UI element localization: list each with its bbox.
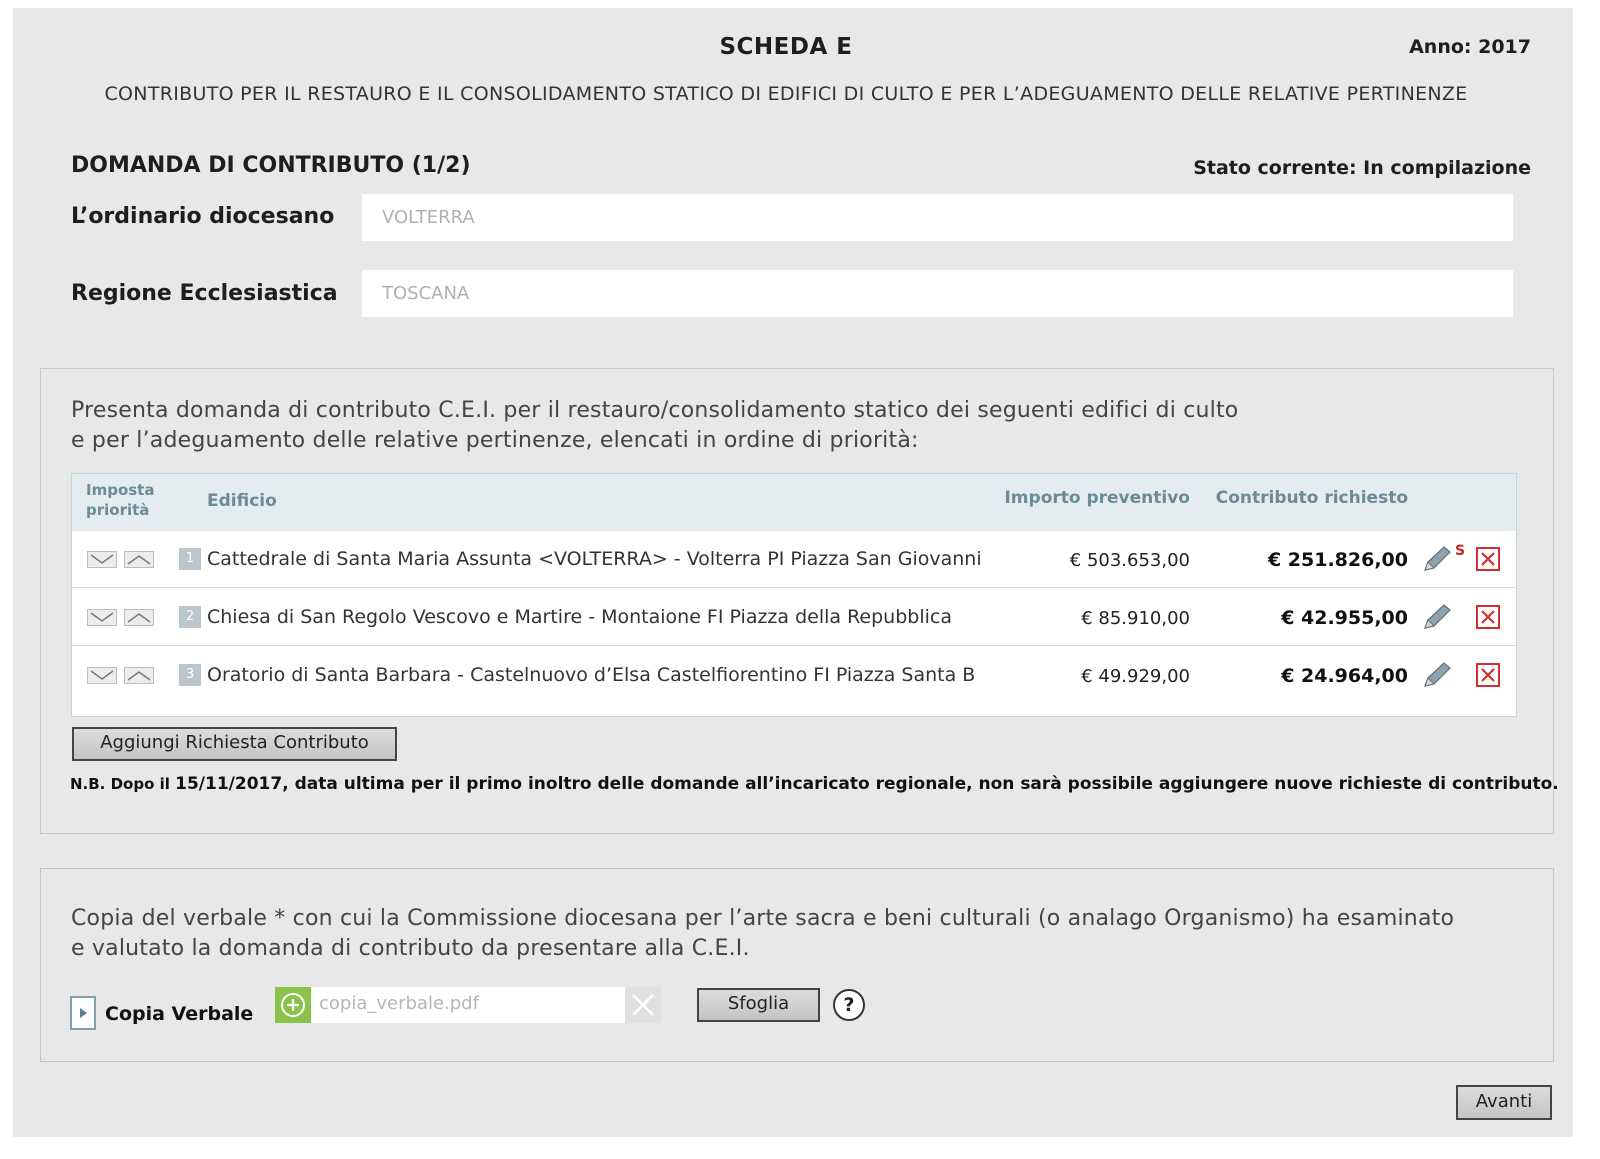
col-priority-header-line-2: priorità: [86, 501, 150, 519]
verbale-intro-line-2: e valutato la domanda di contributo da p…: [71, 936, 750, 961]
chevron-down-icon: [90, 670, 114, 680]
next-button[interactable]: Avanti: [1456, 1085, 1552, 1120]
help-icon[interactable]: ?: [833, 989, 865, 1021]
chevron-up-icon: [127, 555, 151, 565]
chevron-down-icon: [90, 612, 114, 622]
table-row: 2 Chiesa di San Regolo Vescovo e Martire…: [72, 589, 1516, 646]
importo-value: € 85.910,00: [1081, 608, 1190, 629]
file-name-input[interactable]: copia_verbale.pdf: [319, 987, 619, 1023]
expand-button[interactable]: [70, 996, 96, 1030]
status-label: Stato corrente: In compilazione: [1193, 157, 1531, 179]
copia-verbale-label: Copia Verbale: [105, 1003, 254, 1025]
move-up-button[interactable]: [124, 551, 154, 568]
triangle-right-icon: [80, 1008, 87, 1018]
pencil-icon: [1424, 662, 1451, 687]
priority-number: 3: [179, 664, 201, 686]
col-priority-header: Imposta priorità: [86, 480, 154, 520]
regione-label: Regione Ecclesiastica: [71, 281, 338, 306]
close-icon: [1481, 610, 1495, 624]
chevron-down-icon: [90, 554, 114, 564]
contributo-value: € 42.955,00: [1281, 607, 1408, 629]
year-label: Anno: 2017: [1409, 36, 1531, 58]
priority-number: 1: [179, 548, 201, 570]
nb-text: , data ultima per il primo inoltro delle…: [282, 774, 1559, 794]
edit-button[interactable]: [1420, 543, 1454, 573]
clear-file-button[interactable]: [625, 987, 661, 1023]
contributo-value: € 24.964,00: [1281, 665, 1408, 687]
close-icon: [1481, 552, 1495, 566]
verbale-panel: Copia del verbale * con cui la Commissio…: [40, 868, 1554, 1062]
clear-icon: [632, 994, 654, 1016]
file-upload-field[interactable]: copia_verbale.pdf: [275, 987, 661, 1023]
priority-number: 2: [179, 606, 201, 628]
move-up-button[interactable]: [124, 667, 154, 684]
move-down-button[interactable]: [87, 551, 117, 568]
regione-field[interactable]: TOSCANA: [362, 270, 1513, 317]
delete-button[interactable]: [1476, 663, 1500, 687]
requests-table: Imposta priorità Edificio Importo preven…: [71, 473, 1517, 717]
contributo-value: € 251.826,00: [1267, 549, 1408, 571]
nb-date: 15/11/2017: [175, 774, 283, 794]
close-icon: [1481, 668, 1495, 682]
col-edificio-header: Edificio: [207, 491, 277, 511]
chevron-up-icon: [127, 671, 151, 681]
page-title: SCHEDA E: [719, 34, 853, 60]
plus-circle-icon: [281, 993, 305, 1017]
col-priority-header-line-1: Imposta: [86, 481, 155, 499]
table-row: 1 Cattedrale di Santa Maria Assunta <VOL…: [72, 531, 1516, 588]
add-request-button[interactable]: Aggiungi Richiesta Contributo: [72, 727, 397, 761]
importo-value: € 49.929,00: [1081, 666, 1190, 687]
chevron-up-icon: [127, 613, 151, 623]
verbale-intro-line-1: Copia del verbale * con cui la Commissio…: [71, 906, 1455, 931]
add-file-button[interactable]: [275, 987, 311, 1023]
page-subtitle: CONTRIBUTO PER IL RESTAURO E IL CONSOLID…: [104, 83, 1468, 105]
move-down-button[interactable]: [87, 667, 117, 684]
nb-note: N.B. Dopo il 15/11/2017, data ultima per…: [70, 774, 1559, 794]
move-up-button[interactable]: [124, 609, 154, 626]
delete-button[interactable]: [1476, 605, 1500, 629]
nb-prefix: N.B. Dopo il: [70, 775, 176, 793]
importo-value: € 503.653,00: [1069, 550, 1190, 571]
delete-button[interactable]: [1476, 547, 1500, 571]
request-intro-line-2: e per l’adeguamento delle relative perti…: [71, 428, 919, 453]
edificio-name: Chiesa di San Regolo Vescovo e Martire -…: [207, 606, 952, 628]
ordinario-label: L’ordinario diocesano: [71, 204, 335, 229]
ordinario-field[interactable]: VOLTERRA: [362, 194, 1513, 241]
col-importo-header: Importo preventivo: [1004, 488, 1190, 508]
pencil-icon: [1424, 604, 1451, 629]
col-contributo-header: Contributo richiesto: [1215, 488, 1408, 508]
edificio-name: Oratorio di Santa Barbara - Castelnuovo …: [207, 664, 976, 686]
page-sheet: SCHEDA E Anno: 2017 CONTRIBUTO PER IL RE…: [13, 8, 1573, 1137]
pencil-icon: [1424, 546, 1451, 571]
request-intro-line-1: Presenta domanda di contributo C.E.I. pe…: [71, 398, 1239, 423]
browse-button[interactable]: Sfoglia: [697, 988, 820, 1022]
edit-button[interactable]: [1420, 601, 1454, 631]
edit-button[interactable]: [1420, 659, 1454, 689]
move-down-button[interactable]: [87, 609, 117, 626]
request-panel: Presenta domanda di contributo C.E.I. pe…: [40, 368, 1559, 834]
table-header: Imposta priorità Edificio Importo preven…: [72, 474, 1516, 531]
flag-s: S: [1455, 543, 1466, 559]
edificio-name: Cattedrale di Santa Maria Assunta <VOLTE…: [207, 548, 982, 570]
section-title: DOMANDA DI CONTRIBUTO (1/2): [71, 153, 471, 178]
table-row: 3 Oratorio di Santa Barbara - Castelnuov…: [72, 647, 1516, 704]
